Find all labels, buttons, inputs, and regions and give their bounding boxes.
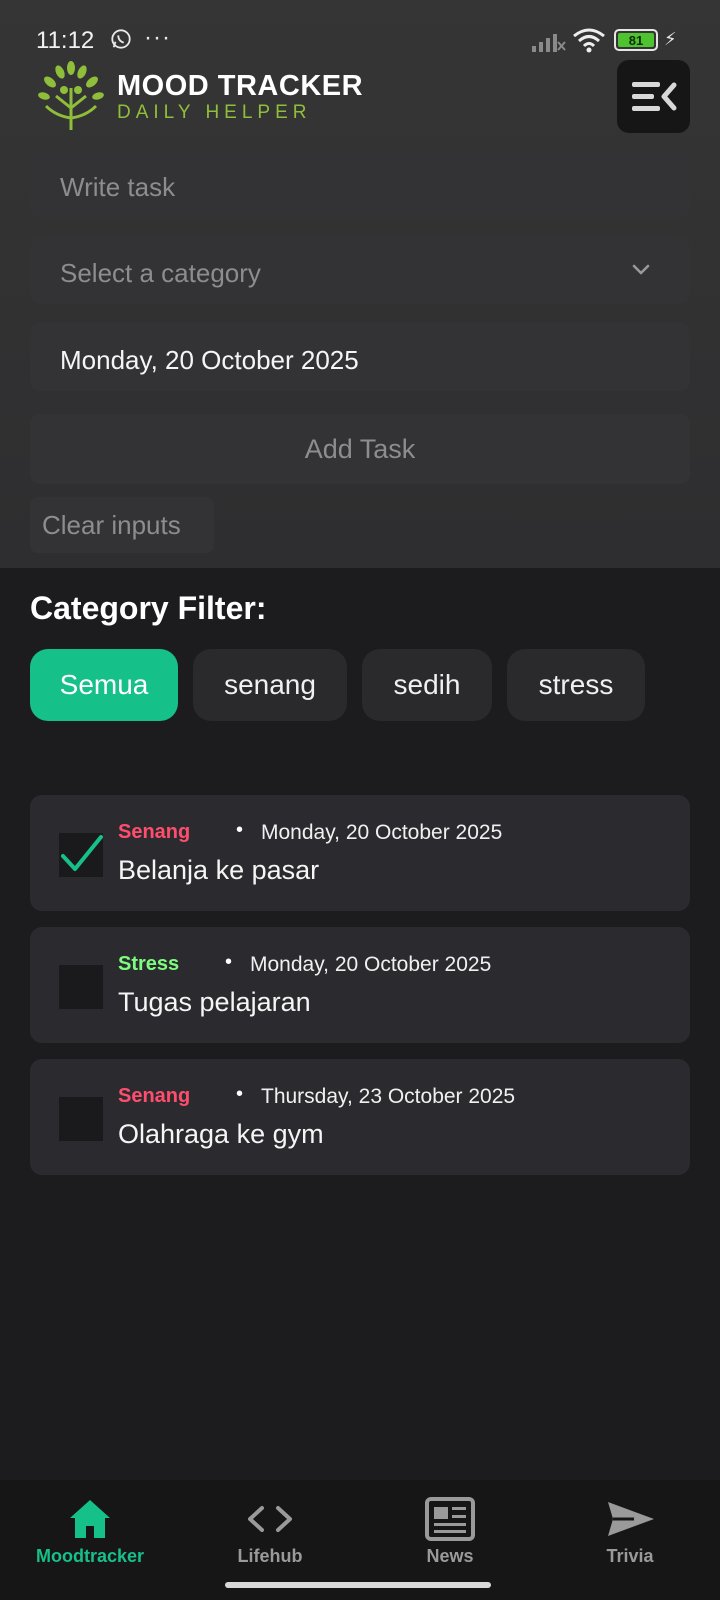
- task-input[interactable]: Write task: [30, 150, 690, 218]
- nav-moodtracker[interactable]: Moodtracker: [0, 1480, 180, 1590]
- clear-inputs-button[interactable]: Clear inputs: [30, 497, 214, 553]
- nav-label: Moodtracker: [35, 1546, 145, 1566]
- task-date: Monday, 20 October 2025: [250, 953, 492, 976]
- task-date: Monday, 20 October 2025: [261, 821, 503, 844]
- charging-icon: ⚡: [664, 29, 677, 49]
- task-title: Tugas pelajaran: [118, 987, 311, 1017]
- task-card[interactable]: Senang • Monday, 20 October 2025 Belanja…: [30, 795, 690, 911]
- task-title: Olahraga ke gym: [118, 1119, 324, 1149]
- category-select-placeholder: Select a category: [60, 258, 261, 288]
- top-panel: 11:12 ··· 81 ⚡ MOOD TRACKER DAILY HELPER…: [0, 0, 720, 568]
- filter-chip-senang[interactable]: senang: [193, 649, 347, 721]
- filter-chip-semua[interactable]: Semua: [30, 649, 178, 721]
- battery-icon: 81: [614, 29, 658, 51]
- bullet-separator: •: [225, 951, 233, 973]
- status-bar: 11:12 ··· 81 ⚡: [0, 0, 720, 56]
- bullet-separator: •: [236, 1083, 244, 1105]
- bullet-separator: •: [236, 819, 244, 841]
- filter-chip-stress[interactable]: stress: [507, 649, 645, 721]
- task-card[interactable]: Senang • Thursday, 23 October 2025 Olahr…: [30, 1059, 690, 1175]
- task-checkbox[interactable]: [59, 1097, 103, 1141]
- category-select[interactable]: Select a category: [30, 236, 690, 304]
- signal-icon: [532, 34, 566, 52]
- code-icon: [248, 1506, 292, 1532]
- home-icon: [70, 1500, 110, 1538]
- nav-label: Trivia: [606, 1546, 654, 1566]
- status-time: 11:12: [36, 27, 95, 54]
- task-category: Senang: [118, 821, 191, 843]
- task-title: Belanja ke pasar: [118, 855, 320, 885]
- date-field[interactable]: Monday, 20 October 2025: [30, 323, 690, 391]
- menu-collapse-icon: [631, 81, 676, 111]
- date-value: Monday, 20 October 2025: [60, 345, 359, 375]
- battery-level: 81: [618, 33, 654, 48]
- nav-lifehub[interactable]: Lifehub: [180, 1480, 360, 1590]
- app-subtitle: DAILY HELPER: [117, 102, 312, 123]
- newspaper-icon: [425, 1497, 475, 1541]
- task-card[interactable]: Stress • Monday, 20 October 2025 Tugas p…: [30, 927, 690, 1043]
- nav-trivia[interactable]: Trivia: [540, 1480, 720, 1590]
- nav-label: News: [426, 1546, 474, 1566]
- task-checkbox[interactable]: [59, 833, 103, 877]
- menu-button[interactable]: [617, 60, 690, 133]
- task-date: Thursday, 23 October 2025: [261, 1085, 516, 1108]
- task-category: Senang: [118, 1085, 191, 1107]
- task-checkbox[interactable]: [59, 965, 103, 1009]
- app-title: MOOD TRACKER: [117, 70, 364, 102]
- chevron-down-icon: [632, 264, 650, 275]
- nav-news[interactable]: News: [360, 1480, 540, 1590]
- more-notifications-icon: ···: [144, 24, 171, 51]
- filter-chip-sedih[interactable]: sedih: [362, 649, 492, 721]
- send-icon: [608, 1502, 654, 1536]
- add-task-button[interactable]: Add Task: [30, 414, 690, 484]
- task-input-placeholder: Write task: [60, 172, 176, 202]
- tree-logo-icon: [38, 61, 104, 130]
- whatsapp-icon: [111, 29, 131, 49]
- category-filter-title: Category Filter:: [30, 590, 267, 626]
- task-category: Stress: [118, 953, 180, 975]
- nav-label: Lifehub: [237, 1546, 303, 1566]
- checkmark-icon: [61, 835, 103, 871]
- wifi-icon: [573, 28, 605, 53]
- home-indicator[interactable]: [225, 1582, 491, 1588]
